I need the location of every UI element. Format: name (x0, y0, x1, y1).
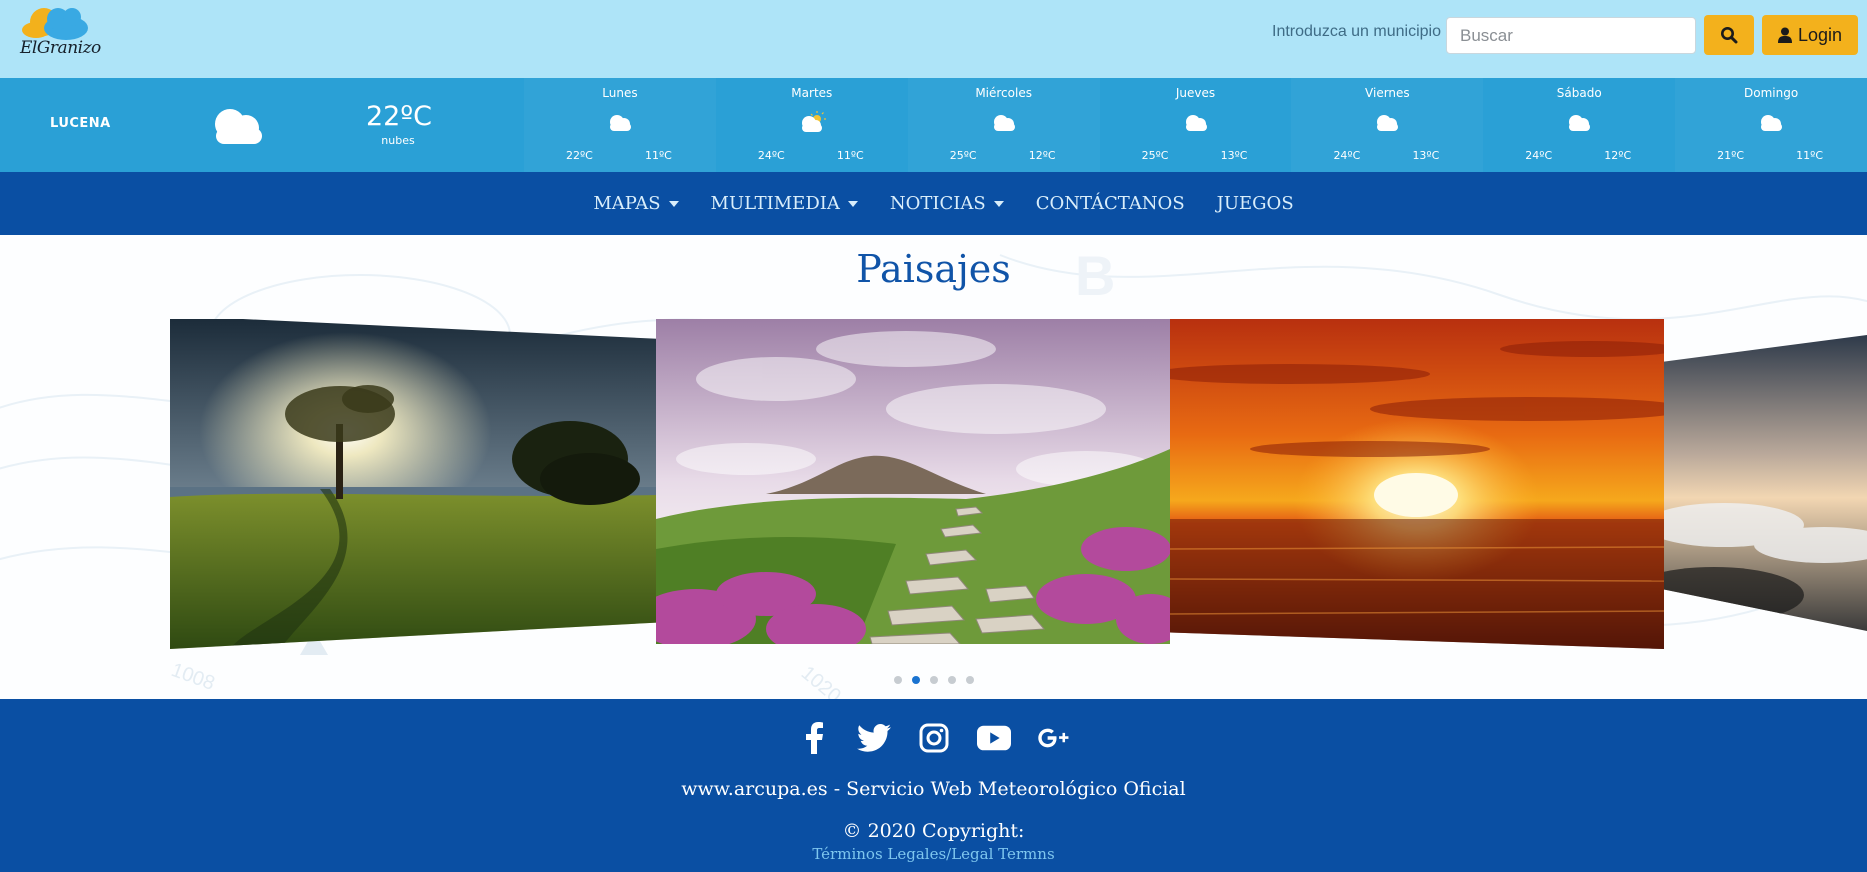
carousel-dot[interactable] (893, 676, 902, 684)
forecast-day: Lunes 22ºC 11ºC (524, 78, 716, 172)
nav-items: MAPAS MULTIMEDIA NOTICIAS CONTÁCTANOS JU… (0, 172, 1867, 235)
carousel-slide[interactable] (1170, 319, 1664, 649)
nav-label: JUEGOS (1216, 193, 1294, 214)
twitter-icon[interactable] (856, 721, 891, 755)
cloud-icon (1761, 115, 1783, 131)
nav-item-mapas[interactable]: MAPAS (593, 193, 679, 214)
day-min-temp: 12ºC (1604, 149, 1632, 162)
login-button[interactable]: Login (1762, 15, 1858, 55)
forecast-day: Miércoles 25ºC 12ºC (908, 78, 1100, 172)
carousel-dot-active[interactable] (911, 676, 920, 684)
nav-item-noticias[interactable]: NOTICIAS (890, 193, 1004, 214)
search-button[interactable] (1704, 15, 1754, 55)
day-min-temp: 12ºC (1028, 149, 1056, 162)
cloud-icon (609, 115, 631, 131)
forecast-day: Viernes 24ºC 13ºC (1291, 78, 1483, 172)
day-name: Jueves (1175, 86, 1216, 100)
facebook-icon[interactable] (797, 721, 831, 755)
youtube-icon[interactable] (976, 721, 1011, 755)
day-name: Sábado (1556, 86, 1602, 100)
main-content: B 1008 1020 Paisajes (0, 235, 1867, 699)
landscape-path-image (656, 319, 1170, 644)
current-cloud-icon (215, 109, 262, 144)
day-max-temp: 22ºC (566, 149, 593, 162)
google-plus-icon[interactable] (1037, 721, 1071, 755)
current-temperature: 22ºC (366, 101, 432, 132)
carousel-indicators (0, 676, 1867, 684)
day-name: Martes (791, 86, 833, 100)
site-logo[interactable]: ElGranizo (14, 4, 101, 62)
city-name: LUCENA (50, 116, 111, 131)
day-max-temp: 25ºC (949, 149, 977, 162)
nav-item-multimedia[interactable]: MULTIMEDIA (711, 193, 858, 214)
day-min-temp: 13ºC (1220, 149, 1248, 162)
carousel-slide[interactable] (170, 319, 657, 649)
nav-label: CONTÁCTANOS (1035, 193, 1185, 214)
footer: www.arcupa.es - Servicio Web Meteorológi… (0, 699, 1867, 872)
nav-item-contactanos[interactable]: CONTÁCTANOS (1036, 193, 1185, 214)
cloud-icon (993, 115, 1015, 131)
nav-label: NOTICIAS (889, 193, 986, 214)
day-min-temp: 11ºC (645, 149, 672, 162)
instagram-icon[interactable] (917, 721, 951, 755)
weather-strip: LUCENA 22ºC nubes Lunes 22ºC 11ºC Martes… (0, 78, 1867, 172)
day-max-temp: 24ºC (757, 149, 785, 162)
day-name: Lunes (602, 86, 638, 100)
cloud-icon (1569, 115, 1591, 131)
carousel-slide-active[interactable] (656, 319, 1170, 644)
day-min-temp: 11ºC (1796, 149, 1824, 162)
day-min-temp: 13ºC (1412, 149, 1440, 162)
day-min-temp: 11ºC (836, 149, 864, 162)
landscape-clouds-image (1664, 335, 1867, 631)
day-max-temp: 24ºC (1333, 149, 1361, 162)
cloud-icon (1185, 115, 1207, 131)
nav-item-juegos[interactable]: JUEGOS (1217, 193, 1294, 214)
forecast-day: Jueves 25ºC 13ºC (1100, 78, 1292, 172)
legal-terms-link[interactable]: Términos Legales/Legal Termns (0, 845, 1867, 863)
caret-down-icon (668, 200, 679, 207)
day-max-temp: 25ºC (1141, 149, 1169, 162)
caret-down-icon (847, 200, 858, 207)
current-description: nubes (381, 134, 415, 147)
user-icon (1777, 27, 1792, 43)
social-links (0, 721, 1867, 755)
forecast-day: Sábado 24ºC 12ºC (1483, 78, 1675, 172)
logo-text: ElGranizo (20, 38, 101, 58)
footer-copyright: © 2020 Copyright: (842, 820, 1025, 842)
cloud-icon (1377, 115, 1399, 131)
forecast-days: Lunes 22ºC 11ºC Martes 24ºC 11ºC Miércol… (524, 78, 1867, 172)
day-name: Viernes (1365, 86, 1410, 100)
top-header: ElGranizo Introduzca un municipio Login (0, 0, 1867, 78)
sun-cloud-icon (801, 111, 826, 132)
search-icon (1721, 27, 1738, 44)
day-max-temp: 21ºC (1717, 149, 1745, 162)
carousel-dot[interactable] (947, 676, 956, 684)
forecast-day: Domingo 21ºC 11ºC (1675, 78, 1867, 172)
landscape-sunset-image (1170, 319, 1664, 649)
page-title: Paisajes (856, 247, 1011, 291)
carousel-dot[interactable] (965, 676, 974, 684)
day-name: Domingo (1744, 86, 1799, 100)
caret-down-icon (993, 200, 1004, 207)
forecast-day: Martes 24ºC 11ºC (716, 78, 908, 172)
day-max-temp: 24ºC (1525, 149, 1553, 162)
nav-label: MAPAS (593, 193, 661, 214)
landscape-tree-image (170, 319, 657, 649)
main-nav: MAPAS MULTIMEDIA NOTICIAS CONTÁCTANOS JU… (0, 172, 1867, 235)
day-name: Miércoles (975, 86, 1032, 100)
search-hint: Introduzca un municipio (1272, 23, 1441, 40)
carousel-slide[interactable] (1664, 335, 1867, 631)
login-label: Login (1797, 24, 1843, 45)
search-input[interactable] (1446, 17, 1696, 54)
footer-site-line: www.arcupa.es - Servicio Web Meteorológi… (681, 778, 1186, 800)
carousel-dot[interactable] (929, 676, 938, 684)
nav-label: MULTIMEDIA (710, 193, 840, 214)
